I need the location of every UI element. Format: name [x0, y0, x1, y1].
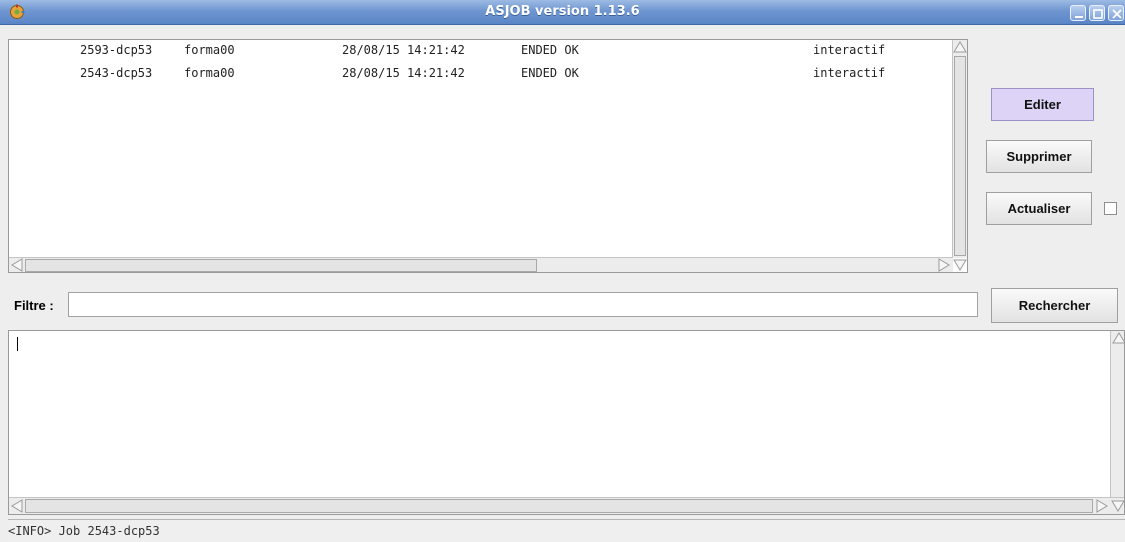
scroll-up-icon[interactable] — [953, 40, 967, 54]
auto-refresh-checkbox[interactable] — [1104, 202, 1117, 215]
edit-button[interactable]: Editer — [991, 88, 1094, 121]
job-user: forma00 — [184, 66, 235, 80]
scroll-thumb[interactable] — [954, 56, 966, 256]
scroll-right-icon[interactable] — [937, 258, 951, 272]
scroll-left-icon[interactable] — [10, 258, 24, 272]
output-text-area[interactable] — [8, 330, 1125, 515]
delete-button[interactable]: Supprimer — [986, 140, 1092, 173]
job-date: 28/08/15 14:21:42 — [342, 66, 465, 80]
output-horizontal-scrollbar[interactable] — [9, 497, 1125, 514]
scroll-up-icon[interactable] — [1112, 331, 1125, 345]
minimize-button[interactable] — [1070, 5, 1086, 21]
filter-label: Filtre : — [14, 298, 54, 313]
status-bar: <INFO> Job 2543-dcp53 — [8, 519, 1125, 542]
scroll-down-icon[interactable] — [953, 258, 967, 272]
job-row[interactable]: 2543-dcp53 forma00 28/08/15 14:21:42 END… — [9, 66, 952, 82]
job-id: 2593-dcp53 — [80, 43, 153, 57]
job-date: 28/08/15 14:21:42 — [342, 43, 465, 57]
search-button[interactable]: Rechercher — [991, 288, 1118, 323]
job-mode: interactif — [813, 66, 886, 80]
window-title: ASJOB version 1.13.6 — [485, 4, 640, 19]
filter-input[interactable] — [68, 292, 978, 317]
scroll-thumb[interactable] — [25, 499, 1093, 513]
scroll-left-icon[interactable] — [10, 499, 24, 513]
title-bar[interactable]: ASJOB version 1.13.6 — [0, 0, 1125, 25]
scroll-down-icon[interactable] — [1111, 499, 1125, 513]
job-user: forma00 — [184, 43, 235, 57]
job-id: 2543-dcp53 — [80, 66, 153, 80]
job-list-horizontal-scrollbar[interactable] — [9, 257, 953, 272]
close-button[interactable] — [1108, 5, 1124, 21]
close-icon — [1112, 9, 1122, 19]
minimize-icon — [1075, 16, 1083, 18]
text-caret — [17, 337, 18, 351]
status-message: <INFO> Job 2543-dcp53 — [8, 524, 160, 538]
job-status: ENDED OK — [521, 66, 579, 80]
refresh-button[interactable]: Actualiser — [986, 192, 1092, 225]
output-vertical-scrollbar[interactable] — [1110, 331, 1125, 498]
scroll-thumb[interactable] — [25, 259, 537, 272]
job-row[interactable]: 2593-dcp53 forma00 28/08/15 14:21:42 END… — [9, 43, 952, 59]
scroll-right-icon[interactable] — [1095, 499, 1109, 513]
job-status: ENDED OK — [521, 43, 579, 57]
maximize-icon — [1093, 9, 1103, 19]
maximize-button[interactable] — [1089, 5, 1105, 21]
job-list[interactable]: 2593-dcp53 forma00 28/08/15 14:21:42 END… — [8, 39, 968, 273]
job-list-vertical-scrollbar[interactable] — [952, 40, 967, 258]
job-mode: interactif — [813, 43, 886, 57]
